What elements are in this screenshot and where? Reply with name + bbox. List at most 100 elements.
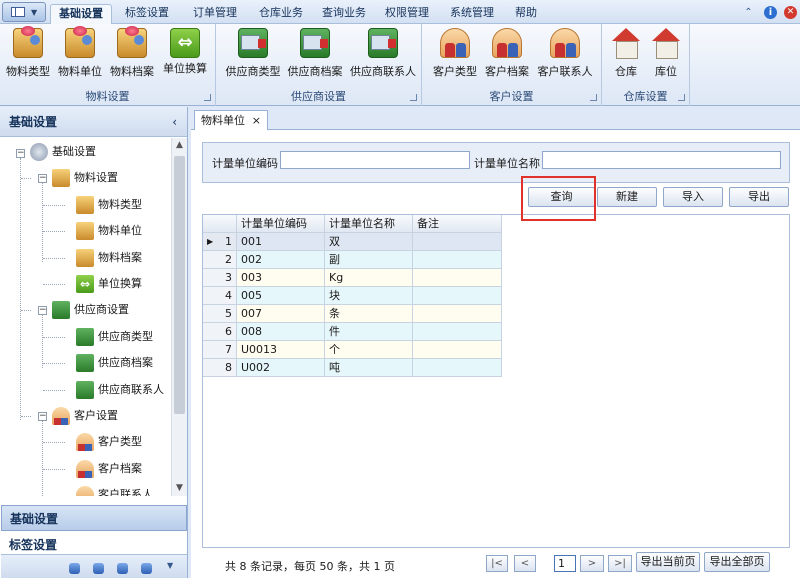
cell-name[interactable]: 条 (325, 305, 413, 323)
tree-item-supplier-type[interactable]: 供应商类型 (76, 327, 153, 347)
tree-scrollbar[interactable]: ▲ ▼ (171, 138, 187, 496)
cell-name[interactable]: 块 (325, 287, 413, 305)
table-row[interactable]: 6 008 件 (203, 323, 502, 341)
tab-basic-settings[interactable]: 基础设置 (50, 4, 112, 25)
material-unit-button[interactable]: 物料单位 (58, 26, 102, 79)
nav-shortcut-icon[interactable] (93, 563, 104, 574)
last-page-button[interactable]: >| (608, 555, 632, 572)
cell-name[interactable]: 吨 (325, 359, 413, 377)
column-header-code[interactable]: 计量单位编码 (237, 215, 325, 233)
table-row[interactable]: 5 007 条 (203, 305, 502, 323)
cell-note[interactable] (413, 359, 502, 377)
tree-item-customer-contact[interactable]: 客户联系人 (76, 485, 153, 496)
tree-collapse-toggle[interactable]: − (38, 174, 47, 183)
table-row[interactable]: 8 U002 吨 (203, 359, 502, 377)
scroll-down-icon[interactable]: ▼ (172, 481, 187, 496)
nav-shortcut-icon[interactable] (141, 563, 152, 574)
table-row[interactable]: 3 003 Kg (203, 269, 502, 287)
chevron-down-icon[interactable]: ▼ (167, 561, 173, 570)
tree-item-material-archive[interactable]: 物料档案 (76, 248, 142, 268)
cell-code[interactable]: 003 (237, 269, 325, 287)
cell-name[interactable]: 副 (325, 251, 413, 269)
tree-item-unit-conversion[interactable]: ⇔ 单位换算 (76, 274, 142, 294)
dialog-launcher-icon[interactable] (204, 94, 211, 101)
scroll-thumb[interactable] (174, 156, 185, 414)
cell-code[interactable]: 002 (237, 251, 325, 269)
cell-code[interactable]: 005 (237, 287, 325, 305)
table-row[interactable]: ▶ 1 001 双 (203, 233, 502, 251)
cell-note[interactable] (413, 233, 502, 251)
info-icon[interactable]: i (764, 6, 777, 19)
supplier-contact-button[interactable]: 供应商联系人 (348, 28, 418, 79)
dialog-launcher-icon[interactable] (590, 94, 597, 101)
close-tab-icon[interactable]: × (252, 111, 261, 130)
new-button[interactable]: 新建 (597, 187, 657, 207)
cell-code[interactable]: 001 (237, 233, 325, 251)
cell-note[interactable] (413, 251, 502, 269)
customer-type-button[interactable]: 客户类型 (430, 28, 480, 79)
table-row[interactable]: 7 U0013 个 (203, 341, 502, 359)
first-page-button[interactable]: |< (486, 555, 508, 572)
nav-shortcut-icon[interactable] (117, 563, 128, 574)
supplier-archive-button[interactable]: 供应商档案 (286, 28, 344, 79)
tab-label-settings[interactable]: 标签设置 (118, 4, 176, 24)
import-button[interactable]: 导入 (663, 187, 723, 207)
tree-node-supplier-settings[interactable]: 供应商设置 (52, 300, 129, 320)
prev-page-button[interactable]: < (514, 555, 536, 572)
dialog-launcher-icon[interactable] (410, 94, 417, 101)
export-all-pages-button[interactable]: 导出全部页 (704, 552, 770, 572)
close-icon[interactable]: ✕ (784, 6, 797, 19)
tree-item-supplier-archive[interactable]: 供应商档案 (76, 353, 153, 373)
tree-collapse-toggle[interactable]: − (38, 306, 47, 315)
location-button[interactable]: 库位 (648, 28, 684, 79)
tree-collapse-toggle[interactable]: − (38, 412, 47, 421)
tree-collapse-toggle[interactable]: − (16, 149, 25, 158)
cell-name[interactable]: 个 (325, 341, 413, 359)
material-archive-button[interactable]: 物料档案 (110, 26, 154, 79)
export-button[interactable]: 导出 (729, 187, 789, 207)
cell-code[interactable]: 008 (237, 323, 325, 341)
app-menu-button[interactable]: ▼ (2, 2, 46, 22)
cell-name[interactable]: Kg (325, 269, 413, 287)
tab-warehouse-business[interactable]: 仓库业务 (252, 4, 310, 24)
cell-name[interactable]: 双 (325, 233, 413, 251)
tree-item-customer-archive[interactable]: 客户档案 (76, 459, 142, 479)
column-header-name[interactable]: 计量单位名称 (325, 215, 413, 233)
tree-item-material-unit[interactable]: 物料单位 (76, 221, 142, 241)
customer-contact-button[interactable]: 客户联系人 (534, 28, 596, 79)
cell-note[interactable] (413, 287, 502, 305)
tree-node-basic-settings[interactable]: 基础设置 (30, 142, 96, 162)
export-current-page-button[interactable]: 导出当前页 (636, 552, 700, 572)
cell-note[interactable] (413, 323, 502, 341)
warehouse-button[interactable]: 仓库 (608, 28, 644, 79)
tab-help[interactable]: 帮助 (508, 4, 544, 24)
tree-item-supplier-contact[interactable]: 供应商联系人 (76, 380, 164, 400)
cell-name[interactable]: 件 (325, 323, 413, 341)
page-number-input[interactable]: 1 (554, 555, 576, 572)
collapse-panel-icon[interactable]: ‹ (172, 107, 177, 137)
nav-basic-settings[interactable]: 基础设置 (1, 505, 187, 531)
material-type-button[interactable]: 物料类型 (6, 26, 50, 79)
column-header-note[interactable]: 备注 (413, 215, 502, 233)
tab-system-management[interactable]: 系统管理 (443, 4, 501, 24)
cell-note[interactable] (413, 341, 502, 359)
tree-item-customer-type[interactable]: 客户类型 (76, 432, 142, 452)
doc-tab-material-unit[interactable]: 物料单位 × (194, 110, 268, 131)
cell-code[interactable]: U002 (237, 359, 325, 377)
dialog-launcher-icon[interactable] (678, 94, 685, 101)
cell-note[interactable] (413, 269, 502, 287)
table-row[interactable]: 2 002 副 (203, 251, 502, 269)
unit-name-input[interactable] (542, 151, 781, 169)
tree-node-material-settings[interactable]: 物料设置 (52, 168, 118, 188)
scroll-up-icon[interactable]: ▲ (172, 138, 187, 153)
cell-code[interactable]: U0013 (237, 341, 325, 359)
cell-code[interactable]: 007 (237, 305, 325, 323)
cell-note[interactable] (413, 305, 502, 323)
tab-permission-management[interactable]: 权限管理 (378, 4, 436, 24)
supplier-type-button[interactable]: 供应商类型 (224, 28, 282, 79)
unit-code-input[interactable] (280, 151, 470, 169)
tree-node-customer-settings[interactable]: 客户设置 (52, 406, 118, 426)
minimize-ribbon-icon[interactable]: ⌃ (742, 6, 755, 19)
next-page-button[interactable]: > (580, 555, 604, 572)
unit-conversion-button[interactable]: ⇔ 单位换算 (162, 28, 208, 76)
